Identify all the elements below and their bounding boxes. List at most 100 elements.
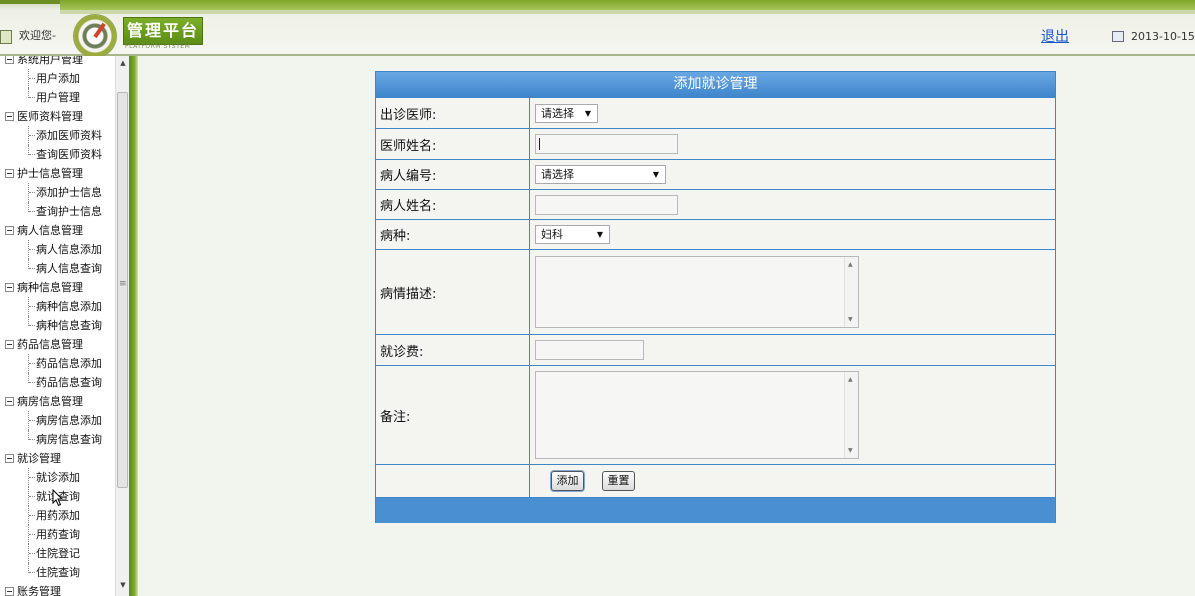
sidebar-item[interactable]: 药品信息添加 xyxy=(0,354,115,373)
sidebar-item-label: 药品信息管理 xyxy=(17,338,83,351)
sidebar-item[interactable]: 病种信息查询 xyxy=(0,316,115,335)
disease-label: 病种: xyxy=(376,220,530,249)
sidebar-divider xyxy=(129,56,138,596)
doctor-name-input[interactable] xyxy=(535,134,678,154)
scroll-up-icon[interactable]: ▲ xyxy=(848,376,853,383)
tree-branch-line xyxy=(29,211,35,213)
logo-icon xyxy=(74,15,116,57)
sidebar-group[interactable]: 病人信息管理 xyxy=(0,221,115,240)
sidebar-item[interactable]: 用药添加 xyxy=(0,506,115,525)
sidebar-item[interactable]: 病房信息查询 xyxy=(0,430,115,449)
sidebar-item-label: 病房信息管理 xyxy=(17,395,83,408)
sidebar-item[interactable]: 药品信息查询 xyxy=(0,373,115,392)
actions-label-cell xyxy=(376,465,530,497)
description-textarea[interactable]: ▲ ▼ xyxy=(535,256,859,328)
tree-branch-line xyxy=(29,192,35,194)
tree-branch-line xyxy=(29,572,35,574)
remark-textarea[interactable]: ▲ ▼ xyxy=(535,371,859,459)
scroll-down-icon[interactable]: ▼ xyxy=(848,447,853,454)
sidebar-item-label: 病人信息管理 xyxy=(17,224,83,237)
sidebar-item[interactable]: 住院登记 xyxy=(0,544,115,563)
patient-name-input[interactable] xyxy=(535,195,678,215)
sidebar-scrollbar[interactable]: ▲ ▼ xyxy=(115,56,129,596)
row-description: 病情描述: ▲ ▼ xyxy=(376,249,1055,334)
textarea-scrollbar[interactable]: ▲ ▼ xyxy=(844,372,858,458)
sidebar-item[interactable]: 查询护士信息 xyxy=(0,202,115,221)
collapse-icon[interactable] xyxy=(5,397,14,406)
sidebar-item[interactable]: 用药查询 xyxy=(0,525,115,544)
sidebar-item[interactable]: 病人信息添加 xyxy=(0,240,115,259)
sidebar-group[interactable]: 病房信息管理 xyxy=(0,392,115,411)
sidebar-item[interactable]: 病种信息添加 xyxy=(0,297,115,316)
tree-branch-line xyxy=(29,325,35,327)
home-icon[interactable] xyxy=(0,30,12,44)
form-title: 添加就诊管理 xyxy=(376,72,1055,97)
collapse-icon[interactable] xyxy=(5,226,14,235)
doctor-select-value: 请选择 xyxy=(541,107,574,120)
sidebar-item[interactable]: 病人信息查询 xyxy=(0,259,115,278)
collapse-icon[interactable] xyxy=(5,56,14,64)
sidebar-item-label: 添加护士信息 xyxy=(36,186,102,199)
sidebar-item-label: 就诊添加 xyxy=(36,471,80,484)
sidebar-item-label: 医师资料管理 xyxy=(17,110,83,123)
textarea-scrollbar[interactable]: ▲ ▼ xyxy=(844,257,858,327)
sidebar-item-label: 病人信息查询 xyxy=(36,262,102,275)
logout-link[interactable]: 退出 xyxy=(1041,26,1069,46)
sidebar-item[interactable]: 就诊添加 xyxy=(0,468,115,487)
fee-input[interactable] xyxy=(535,340,644,360)
sidebar-item-label: 添加医师资料 xyxy=(36,129,102,142)
logo-title: 管理平台 xyxy=(123,17,203,45)
sidebar-item[interactable]: 查询医师资料 xyxy=(0,145,115,164)
logo-subtitle: PLATFORM SYSTEM xyxy=(125,43,191,50)
sidebar-item[interactable]: 用户添加 xyxy=(0,69,115,88)
sidebar-item-label: 病房信息添加 xyxy=(36,414,102,427)
sidebar-item-label: 病种信息管理 xyxy=(17,281,83,294)
row-disease: 病种: 妇科 ▼ xyxy=(376,219,1055,249)
sidebar-item[interactable]: 住院查询 xyxy=(0,563,115,582)
sidebar-group[interactable]: 病种信息管理 xyxy=(0,278,115,297)
sidebar-item-label: 病房信息查询 xyxy=(36,433,102,446)
sidebar-item[interactable]: 添加医师资料 xyxy=(0,126,115,145)
sidebar-item-label: 病种信息查询 xyxy=(36,319,102,332)
collapse-icon[interactable] xyxy=(5,283,14,292)
sidebar-item[interactable]: 病房信息添加 xyxy=(0,411,115,430)
collapse-icon[interactable] xyxy=(5,169,14,178)
sidebar-item[interactable]: 添加护士信息 xyxy=(0,183,115,202)
sidebar-group[interactable]: 就诊管理 xyxy=(0,449,115,468)
disease-select[interactable]: 妇科 ▼ xyxy=(535,225,610,244)
sidebar-item-label: 住院登记 xyxy=(36,547,80,560)
sidebar-item-label: 系统用户管理 xyxy=(17,56,83,66)
scroll-down-icon[interactable]: ▼ xyxy=(117,578,129,592)
sidebar-group[interactable]: 药品信息管理 xyxy=(0,335,115,354)
scroll-thumb[interactable] xyxy=(117,92,128,488)
tree-branch-line xyxy=(29,553,35,555)
tree-branch-line xyxy=(29,135,35,137)
sidebar-group[interactable]: 护士信息管理 xyxy=(0,164,115,183)
collapse-icon[interactable] xyxy=(5,587,14,596)
add-button[interactable]: 添加 xyxy=(551,471,584,491)
sidebar-item-label: 病人信息添加 xyxy=(36,243,102,256)
tree-branch-line xyxy=(29,420,35,422)
tree-branch-line xyxy=(29,78,35,80)
tree-branch-line xyxy=(29,534,35,536)
collapse-icon[interactable] xyxy=(5,454,14,463)
sidebar-group[interactable]: 医师资料管理 xyxy=(0,107,115,126)
patient-id-select-value: 请选择 xyxy=(541,168,574,181)
sidebar-group[interactable]: 系统用户管理 xyxy=(0,56,115,69)
collapse-icon[interactable] xyxy=(5,112,14,121)
remark-label: 备注: xyxy=(376,366,530,464)
header-accent-stripe xyxy=(60,10,1195,14)
doctor-select[interactable]: 请选择 ▼ xyxy=(535,104,598,123)
scroll-up-icon[interactable]: ▲ xyxy=(117,56,129,70)
patient-id-select[interactable]: 请选择 ▼ xyxy=(535,165,666,184)
scroll-up-icon[interactable]: ▲ xyxy=(848,261,853,268)
sidebar-group[interactable]: 账务管理 xyxy=(0,582,115,596)
form-footer-bar xyxy=(376,497,1055,523)
sidebar-item[interactable]: 用户管理 xyxy=(0,88,115,107)
sidebar-item-label: 就诊管理 xyxy=(17,452,61,465)
scroll-down-icon[interactable]: ▼ xyxy=(848,316,853,323)
row-doctor: 出诊医师: 请选择 ▼ xyxy=(376,97,1055,128)
row-patient-id: 病人编号: 请选择 ▼ xyxy=(376,159,1055,189)
collapse-icon[interactable] xyxy=(5,340,14,349)
reset-button[interactable]: 重置 xyxy=(602,471,635,491)
